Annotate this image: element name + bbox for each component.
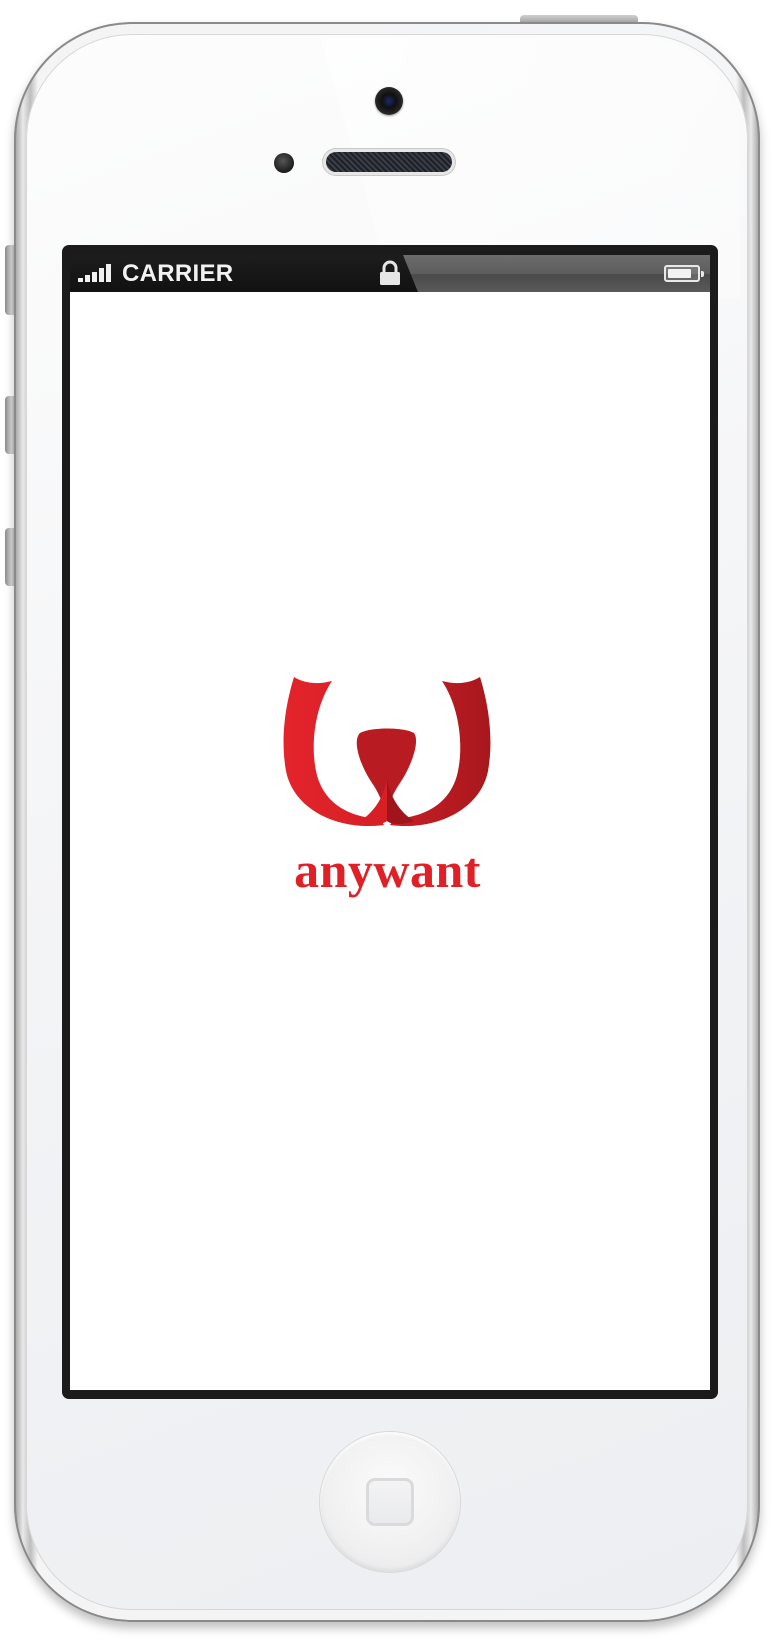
proximity-sensor-icon (274, 153, 294, 173)
battery-level (668, 269, 692, 278)
lock-icon (380, 260, 400, 285)
signal-bars-icon (78, 264, 111, 282)
home-square-icon (366, 1478, 414, 1526)
earpiece-speaker-icon (326, 152, 452, 172)
device-mockup: CARRIER anywant (0, 0, 774, 1646)
anywant-logo-mark (283, 677, 491, 827)
front-camera-icon (375, 87, 403, 115)
brand-wordmark: anywant (294, 842, 481, 898)
home-button[interactable] (320, 1432, 460, 1572)
app-screen[interactable] (70, 292, 710, 1390)
carrier-label: CARRIER (122, 260, 234, 287)
battery-icon (664, 265, 704, 282)
status-bar: CARRIER (70, 255, 710, 293)
